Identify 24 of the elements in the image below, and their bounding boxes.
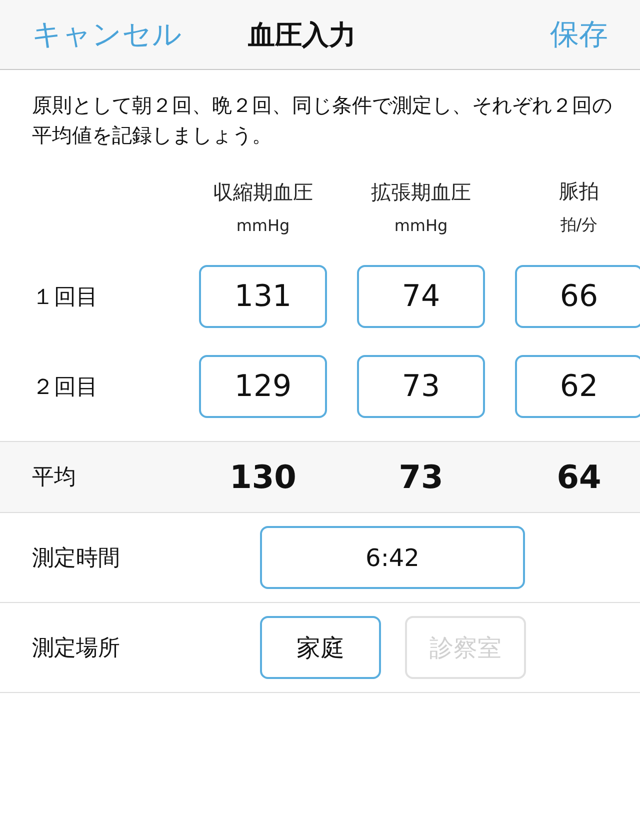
average-value: 130 [228, 458, 298, 496]
average-value: 73 [398, 458, 444, 496]
column-heading: 拡張期血圧 [371, 179, 471, 206]
input-field[interactable]: 74 [357, 265, 485, 328]
place-option[interactable]: 家庭 [260, 616, 381, 679]
column-heading: 収縮期血圧 [213, 179, 313, 206]
unit-label: 拍/分 [560, 215, 598, 236]
input-field[interactable]: 73 [357, 355, 485, 418]
row-label: 平均 [32, 464, 77, 492]
row-label: １回目 [32, 284, 99, 312]
column-heading: 脈拍 [559, 178, 599, 205]
page-title: 血圧入力 [248, 18, 356, 52]
input-field[interactable]: 129 [199, 355, 327, 418]
time-field[interactable]: 6:42 [260, 526, 525, 589]
input-field[interactable]: 131 [199, 265, 327, 328]
input-field[interactable]: 62 [515, 355, 640, 418]
unit-label: mmHg [236, 216, 290, 235]
input-field[interactable]: 66 [515, 265, 640, 328]
average-value: 64 [556, 458, 602, 496]
instruction-text: 原則として朝２回、晩２回、同じ条件で測定し、それぞれ２回の平均値を記録しましょう。 [32, 92, 613, 149]
unit-label: mmHg [394, 216, 448, 235]
row-label: 測定時間 [32, 544, 121, 572]
row-label: 測定場所 [32, 634, 121, 662]
row-label: ２回目 [32, 374, 99, 402]
